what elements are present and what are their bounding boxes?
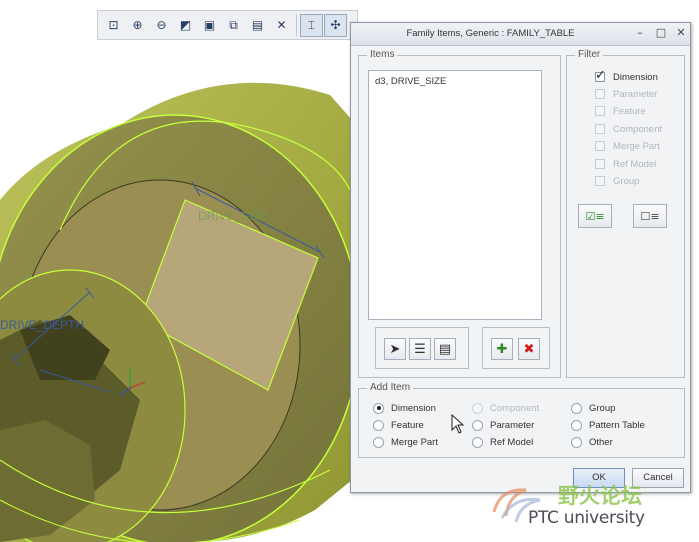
items-group-label: Items [367,49,398,60]
dialog-titlebar[interactable]: Family Items, Generic : FAMILY_TABLE – □… [351,23,690,46]
watermark-cn-text: 野火论坛 [558,484,642,508]
check-mark-icon: ✓ [595,68,606,83]
watermark-text: PTC university [528,508,645,528]
spin-center-button[interactable]: ✣ [324,13,347,37]
list-item[interactable]: d3, DRIVE_SIZE [375,76,446,87]
refit-button[interactable]: ◩ [174,14,197,37]
display-style-icon: ▣ [203,18,216,32]
dimension-label-drive-size: DRIVE_SIZE [198,209,268,223]
add-item-group: Add Item Dimension Component Group Featu… [358,382,685,458]
arrow-cursor-icon: ➤ [389,341,401,357]
annotation-display-icon: ⌶ [307,17,316,32]
radio[interactable] [373,419,384,431]
filter-group-option: Group [595,174,639,188]
plus-icon: ✚ [496,341,508,357]
checkbox-checked[interactable]: ✓ [595,68,606,83]
add-remove-frame: ✚ ✖ [482,327,550,369]
filter-dimension[interactable]: ✓ Dimension [595,68,658,84]
spin-center-icon: ✣ [330,18,341,32]
add-item-ref-model[interactable]: Ref Model [472,435,533,449]
zoom-in-button[interactable]: ⊕ [126,14,149,37]
list-bold-icon: ▤ [438,341,452,357]
checkbox [595,159,605,169]
detail-view-button[interactable]: ▤ [434,338,456,360]
view-manager-button[interactable]: ▤ [246,14,269,37]
zoom-out-button[interactable]: ⊖ [150,14,173,37]
radio-selected[interactable] [373,402,384,414]
watermark: 野火论坛 PTC university [486,478,696,538]
filter-group: Filter ✓ Dimension Parameter Feature Com… [566,49,685,378]
add-item-merge-part[interactable]: Merge Part [373,435,438,449]
add-item-group-label: Add Item [367,382,414,393]
radio[interactable] [571,402,582,414]
remove-item-button[interactable]: ✖ [518,338,540,360]
add-item-feature[interactable]: Feature [373,418,424,432]
refit-icon: ◩ [179,18,192,32]
radio[interactable] [571,436,582,448]
radio[interactable] [373,436,384,448]
view-toolbar: ⊡ ⊕ ⊖ ◩ ▣ ⧉ ▤ ✕ ⌶ ✣ [97,10,358,40]
list-lines-icon: ☰ [414,341,426,357]
add-item-dimension[interactable]: Dimension [373,401,436,415]
display-style-button[interactable]: ▣ [198,14,221,37]
filter-ref-model: Ref Model [595,157,656,171]
zoom-fit-icon: ⊡ [108,18,119,32]
saved-views-button[interactable]: ⧉ [222,14,245,37]
items-list[interactable]: d3, DRIVE_SIZE [368,70,542,320]
add-item-other[interactable]: Other [571,435,613,449]
checkbox [595,176,605,186]
checkbox [595,89,605,99]
toolbar-separator [296,14,297,36]
checkbox [595,106,605,116]
add-item-button[interactable]: ✚ [491,338,513,360]
checklist-icon: ☑≡ [585,209,605,223]
filter-component: Component [595,122,662,136]
annotation-display-button[interactable]: ⌶ [300,13,323,37]
select-button[interactable]: ➤ [384,338,406,360]
zoom-in-icon: ⊕ [132,18,143,32]
filter-group-label: Filter [575,49,604,60]
radio[interactable] [472,436,483,448]
list-view-button[interactable]: ☰ [409,338,431,360]
view-manager-icon: ▤ [251,18,264,32]
add-item-group-option[interactable]: Group [571,401,615,415]
family-items-dialog: Family Items, Generic : FAMILY_TABLE – □… [350,22,691,493]
maximize-icon[interactable]: □ [654,26,668,40]
delete-x-icon: ✖ [523,341,535,357]
close-icon[interactable]: ✕ [674,26,688,40]
filter-merge-part: Merge Part [595,139,660,153]
add-item-parameter[interactable]: Parameter [472,418,534,432]
radio[interactable] [472,419,483,431]
add-item-component: Component [472,401,539,415]
unchecked-list-icon: ☐≡ [640,209,660,223]
radio[interactable] [571,419,582,431]
checkbox [595,141,605,151]
items-group: Items d3, DRIVE_SIZE ➤ ☰ ▤ ✚ ✖ [358,49,561,378]
selection-buttons-frame: ➤ ☰ ▤ [375,327,469,369]
dialog-title: Family Items, Generic : FAMILY_TABLE [406,28,575,39]
clear-all-filters-button[interactable]: ☐≡ [633,204,667,228]
zoom-out-icon: ⊖ [156,18,167,32]
minimize-icon[interactable]: – [633,26,647,40]
filter-feature: Feature [595,104,646,118]
select-all-filters-button[interactable]: ☑≡ [578,204,612,228]
saved-views-icon: ⧉ [229,17,238,32]
mouse-cursor-icon [451,413,465,437]
filter-parameter: Parameter [595,87,657,101]
datum-display-button[interactable]: ✕ [270,14,293,37]
checkbox [595,124,605,134]
radio [472,402,483,414]
datum-display-icon: ✕ [276,18,287,32]
zoom-fit-button[interactable]: ⊡ [102,14,125,37]
add-item-pattern-table[interactable]: Pattern Table [571,418,645,432]
dimension-label-drive-depth: DRIVE_DEPTH [0,318,84,332]
